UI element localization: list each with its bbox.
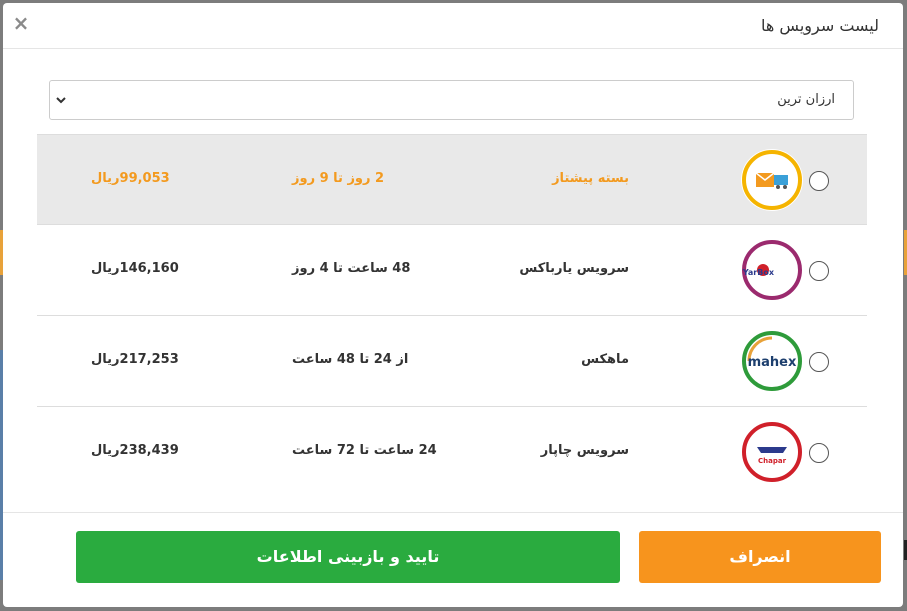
service-delivery-time: از 24 تا 48 ساعت — [292, 352, 409, 367]
service-price: 99,053ریال — [91, 171, 170, 186]
service-list-modal: لیست سرویس ها × ارزان ترین بسته پیشتاز 2… — [3, 3, 903, 607]
service-price: 146,160ریال — [91, 261, 179, 276]
service-name: سرویس چاپار — [540, 443, 629, 458]
service-name: بسته پیشتاز — [552, 171, 629, 186]
service-name: سرویس یارباکس — [519, 261, 629, 276]
mahex-logo-icon: mahex — [741, 330, 803, 392]
confirm-review-button[interactable]: تایید و بازبینی اطلاعات — [76, 531, 620, 583]
mahex-logo-text: mahex — [748, 355, 797, 370]
service-radio[interactable] — [809, 352, 829, 372]
cancel-button[interactable]: انصراف — [639, 531, 881, 583]
service-row-post[interactable]: بسته پیشتاز 2 روز تا 9 روز 99,053ریال — [37, 134, 867, 225]
service-price: 238,439ریال — [91, 443, 179, 458]
service-name: ماهکس — [581, 352, 629, 367]
service-delivery-time: 24 ساعت تا 72 ساعت — [292, 443, 437, 458]
service-radio[interactable] — [809, 443, 829, 463]
yarbox-logo-icon: YarBox — [741, 239, 803, 301]
modal-header: لیست سرویس ها × — [3, 3, 903, 49]
yarbox-logo-text: YarBox — [742, 268, 775, 277]
modal-footer: انصراف تایید و بازبینی اطلاعات — [3, 512, 903, 607]
service-delivery-time: 2 روز تا 9 روز — [292, 171, 385, 186]
chevron-down-icon — [56, 97, 66, 104]
service-row-chapar[interactable]: Chapar سرویس چاپار 24 ساعت تا 72 ساعت 23… — [37, 407, 867, 498]
sort-selected-value: ارزان ترین — [777, 92, 835, 107]
chapar-logo-icon: Chapar — [741, 421, 803, 483]
service-radio[interactable] — [809, 171, 829, 191]
chapar-logo-text: Chapar — [758, 457, 787, 465]
service-radio[interactable] — [809, 261, 829, 281]
service-delivery-time: 48 ساعت تا 4 روز — [292, 261, 411, 276]
close-icon[interactable]: × — [11, 11, 31, 35]
post-logo-icon — [741, 149, 803, 211]
service-list: بسته پیشتاز 2 روز تا 9 روز 99,053ریال Ya… — [37, 134, 867, 498]
service-row-yarbox[interactable]: YarBox سرویس یارباکس 48 ساعت تا 4 روز 14… — [37, 225, 867, 316]
service-row-mahex[interactable]: mahex ماهکس از 24 تا 48 ساعت 217,253ریال — [37, 316, 867, 407]
sort-select[interactable]: ارزان ترین — [49, 80, 854, 120]
service-price: 217,253ریال — [91, 352, 179, 367]
modal-title: لیست سرویس ها — [761, 16, 879, 35]
